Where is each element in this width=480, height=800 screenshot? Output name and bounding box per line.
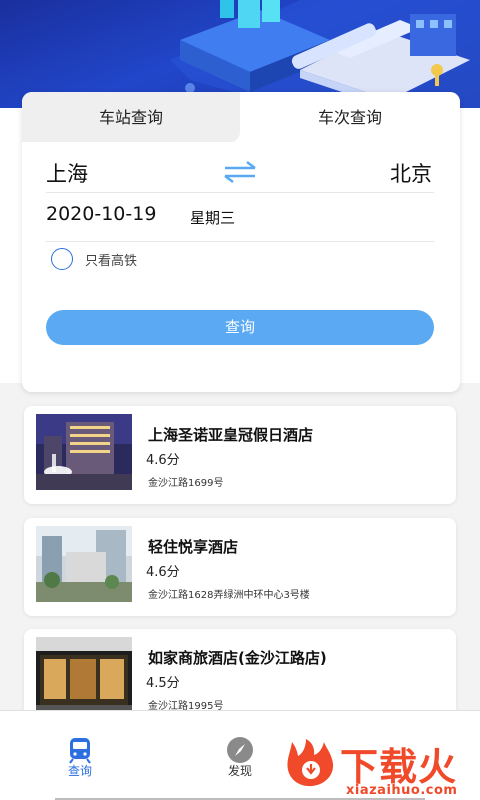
flame-logo-icon	[287, 739, 334, 787]
tab-train-query[interactable]: 车次查询	[240, 92, 460, 142]
query-button[interactable]: 查询	[46, 310, 434, 345]
high-speed-only-checkbox[interactable]	[51, 248, 73, 270]
train-icon	[65, 735, 95, 765]
app-screen: 车站查询 车次查询 上海 北京 2020-10-19 星期三 只看高铁 查询 上…	[0, 0, 480, 800]
query-tabs: 车站查询 车次查询	[22, 92, 460, 142]
from-station[interactable]: 上海	[46, 158, 88, 188]
divider	[46, 192, 434, 193]
high-speed-only-label[interactable]: 只看高铁	[85, 250, 137, 269]
hotel-card[interactable]: 轻住悦享酒店 4.6分 金沙江路1628弄绿洲中环中心3号楼	[24, 518, 456, 616]
nav-discover-label: 发现	[227, 764, 252, 778]
hotel-score: 4.6分	[146, 565, 180, 580]
travel-weekday: 星期三	[190, 209, 236, 227]
nav-query-label: 查询	[67, 764, 92, 778]
swap-stations-icon[interactable]	[222, 160, 258, 184]
compass-icon	[225, 735, 255, 765]
hotel-name: 如家商旅酒店(金沙江路店)	[148, 649, 327, 667]
hotel-address: 金沙江路1699号	[148, 478, 224, 489]
tab-station-query[interactable]: 车站查询	[22, 92, 240, 142]
hotel-card[interactable]: 上海圣诺亚皇冠假日酒店 4.6分 金沙江路1699号	[24, 406, 456, 504]
to-station[interactable]: 北京	[390, 158, 432, 188]
hotel-name: 轻住悦享酒店	[148, 538, 239, 556]
hotel-address: 金沙江路1628弄绿洲中环中心3号楼	[148, 590, 310, 601]
nav-query[interactable]: 查询	[40, 711, 120, 791]
hotel-photo	[36, 637, 132, 713]
hotel-photo	[36, 414, 132, 490]
watermark: 下载火 xiazaihuo.com	[282, 736, 480, 800]
query-card: 车站查询 车次查询 上海 北京 2020-10-19 星期三 只看高铁 查询	[22, 92, 460, 392]
hotel-photo	[36, 526, 132, 602]
divider	[46, 241, 434, 242]
watermark-url: xiazaihuo.com	[346, 783, 458, 798]
hotel-name: 上海圣诺亚皇冠假日酒店	[148, 426, 314, 444]
nav-discover[interactable]: 发现	[200, 711, 280, 791]
travel-date[interactable]: 2020-10-19	[46, 203, 156, 225]
hotel-score: 4.6分	[146, 453, 180, 468]
hotel-score: 4.5分	[146, 676, 180, 691]
